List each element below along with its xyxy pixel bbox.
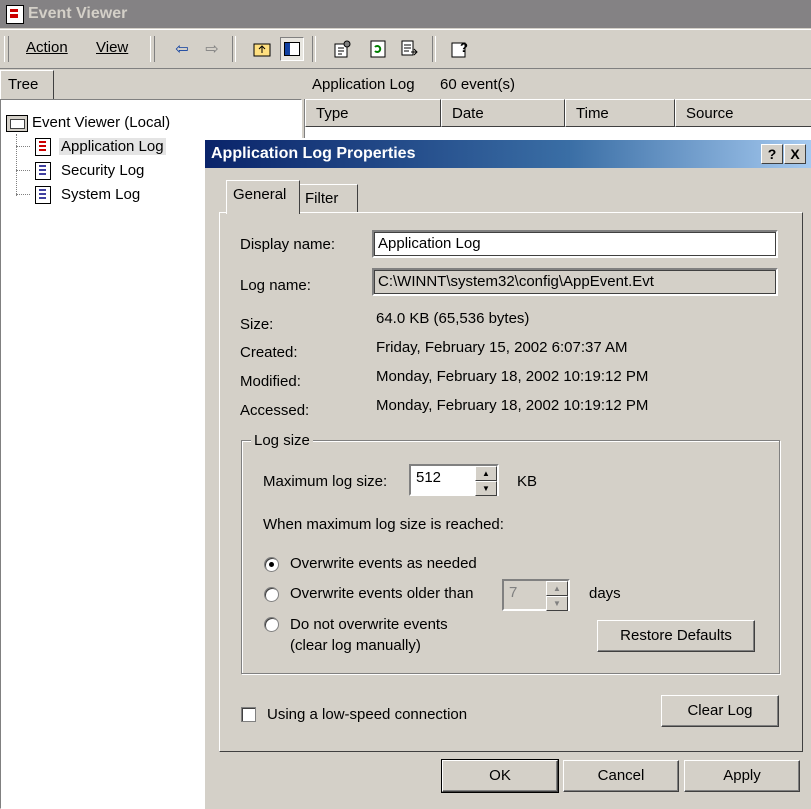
- column-header-date[interactable]: Date: [441, 99, 565, 127]
- list-header-count: 60 event(s): [440, 76, 516, 93]
- apply-button[interactable]: Apply: [684, 760, 800, 792]
- log-size-group-title: Log size: [251, 432, 313, 449]
- tree-tab-label: Tree: [8, 76, 39, 93]
- tree-connector: [16, 134, 17, 196]
- event-list[interactable]: Type Date Time Source: [304, 99, 811, 139]
- dialog-title: Application Log Properties: [211, 145, 416, 162]
- log-name-field[interactable]: C:\WINNT\system32\config\AppEvent.Evt: [372, 268, 778, 296]
- days-unit: days: [589, 585, 621, 602]
- tree-item-label: System Log: [61, 186, 141, 203]
- close-button[interactable]: X: [784, 144, 806, 164]
- radio-do-not-overwrite-label[interactable]: Do not overwrite events: [290, 616, 448, 633]
- accessed-value: Monday, February 18, 2002 10:19:12 PM: [376, 397, 649, 414]
- toolbar-separator-3: [432, 36, 436, 62]
- window-title: Event Viewer: [28, 5, 128, 22]
- help-icon[interactable]: ?: [448, 37, 472, 61]
- menu-action-label: Action: [26, 39, 68, 56]
- accessed-label: Accessed:: [240, 402, 310, 419]
- radio-overwrite-older-than[interactable]: [264, 587, 279, 602]
- tab-general-label: General: [233, 186, 287, 203]
- modified-label: Modified:: [240, 373, 301, 390]
- log-name-label: Log name:: [240, 277, 311, 294]
- menu-view-label: View: [96, 39, 129, 56]
- spin-up-icon[interactable]: ▲: [475, 466, 497, 481]
- tree-item-label: Security Log: [61, 162, 145, 179]
- refresh-icon[interactable]: [366, 37, 390, 61]
- list-header-name: Application Log: [312, 76, 415, 93]
- modified-value: Monday, February 18, 2002 10:19:12 PM: [376, 368, 649, 385]
- tree-item-label: Application Log: [59, 138, 166, 155]
- tab-general[interactable]: General: [226, 180, 300, 214]
- created-value: Friday, February 15, 2002 6:07:37 AM: [376, 339, 628, 356]
- column-header-type[interactable]: Type: [305, 99, 441, 127]
- radio-do-not-overwrite-sublabel: (clear log manually): [290, 637, 421, 654]
- toolbar-separator-2: [312, 36, 316, 62]
- low-speed-checkbox[interactable]: [241, 707, 256, 722]
- properties-dialog: Application Log Properties ? X General F…: [203, 138, 811, 809]
- tree-connector: [16, 194, 30, 195]
- clear-log-button[interactable]: Clear Log: [661, 695, 779, 727]
- svg-text:?: ?: [460, 40, 468, 55]
- display-name-field[interactable]: Application Log: [372, 230, 778, 258]
- tree-connector: [16, 170, 30, 171]
- max-log-size-label: Maximum log size:: [263, 473, 388, 490]
- log-icon: [35, 162, 51, 180]
- ok-button[interactable]: OK: [441, 759, 559, 793]
- when-reached-label: When maximum log size is reached:: [263, 516, 504, 533]
- back-arrow-icon[interactable]: ⇦: [170, 37, 194, 61]
- log-icon: [35, 186, 51, 204]
- window-titlebar: Event Viewer: [0, 0, 811, 28]
- days-spinner[interactable]: 7 ▲ ▼: [502, 579, 570, 611]
- size-label: Size:: [240, 316, 274, 333]
- created-label: Created:: [240, 344, 298, 361]
- toolbar-separator: [232, 36, 236, 62]
- restore-defaults-button[interactable]: Restore Defaults: [597, 620, 755, 652]
- radio-overwrite-as-needed-label[interactable]: Overwrite events as needed: [290, 555, 477, 572]
- log-icon: [35, 138, 51, 156]
- toolbar: Action View ⇦ ⇨ ?: [0, 29, 811, 69]
- days-value: 7: [509, 584, 518, 601]
- dialog-titlebar[interactable]: Application Log Properties ? X: [205, 140, 811, 168]
- column-header-label: Date: [452, 105, 484, 122]
- radio-do-not-overwrite[interactable]: [264, 617, 279, 632]
- export-list-icon[interactable]: [398, 37, 422, 61]
- spin-up-icon[interactable]: ▲: [546, 581, 568, 596]
- column-header-label: Time: [576, 105, 609, 122]
- column-header-source[interactable]: Source: [675, 99, 811, 127]
- tree-connector: [16, 146, 30, 147]
- column-header-time[interactable]: Time: [565, 99, 675, 127]
- max-log-size-unit: KB: [517, 473, 538, 490]
- radio-overwrite-older-than-label[interactable]: Overwrite events older than: [290, 585, 473, 602]
- computer-icon: [6, 115, 28, 132]
- column-header-label: Source: [686, 105, 734, 122]
- max-log-size-value: 512: [416, 469, 442, 486]
- size-value: 64.0 KB (65,536 bytes): [376, 310, 530, 327]
- properties-icon[interactable]: [330, 37, 354, 61]
- spin-down-icon[interactable]: ▼: [546, 596, 568, 611]
- menu-view[interactable]: View: [96, 39, 128, 56]
- spin-down-icon[interactable]: ▼: [475, 481, 497, 496]
- list-header-bar: Application Log 60 event(s): [304, 70, 811, 98]
- tab-filter-label: Filter: [305, 190, 339, 207]
- event-viewer-app-icon: [6, 5, 24, 24]
- max-log-size-spinner[interactable]: 512 ▲ ▼: [409, 464, 499, 496]
- radio-overwrite-as-needed[interactable]: [264, 557, 279, 572]
- tree-item-root-label: Event Viewer (Local): [32, 114, 171, 131]
- menu-action[interactable]: Action: [26, 39, 68, 56]
- tree-tab[interactable]: Tree: [0, 70, 54, 100]
- low-speed-label[interactable]: Using a low-speed connection: [267, 706, 467, 723]
- display-name-label: Display name:: [240, 236, 336, 253]
- cancel-button[interactable]: Cancel: [563, 760, 679, 792]
- toolbar-grip[interactable]: [4, 36, 9, 62]
- up-folder-icon[interactable]: [250, 37, 274, 61]
- forward-arrow-icon[interactable]: ⇨: [200, 37, 224, 61]
- toolbar-grip-2[interactable]: [150, 36, 155, 62]
- column-header-label: Type: [316, 105, 349, 122]
- tab-filter[interactable]: Filter: [298, 184, 358, 212]
- show-hide-tree-icon[interactable]: [280, 37, 304, 61]
- help-button[interactable]: ?: [761, 144, 783, 164]
